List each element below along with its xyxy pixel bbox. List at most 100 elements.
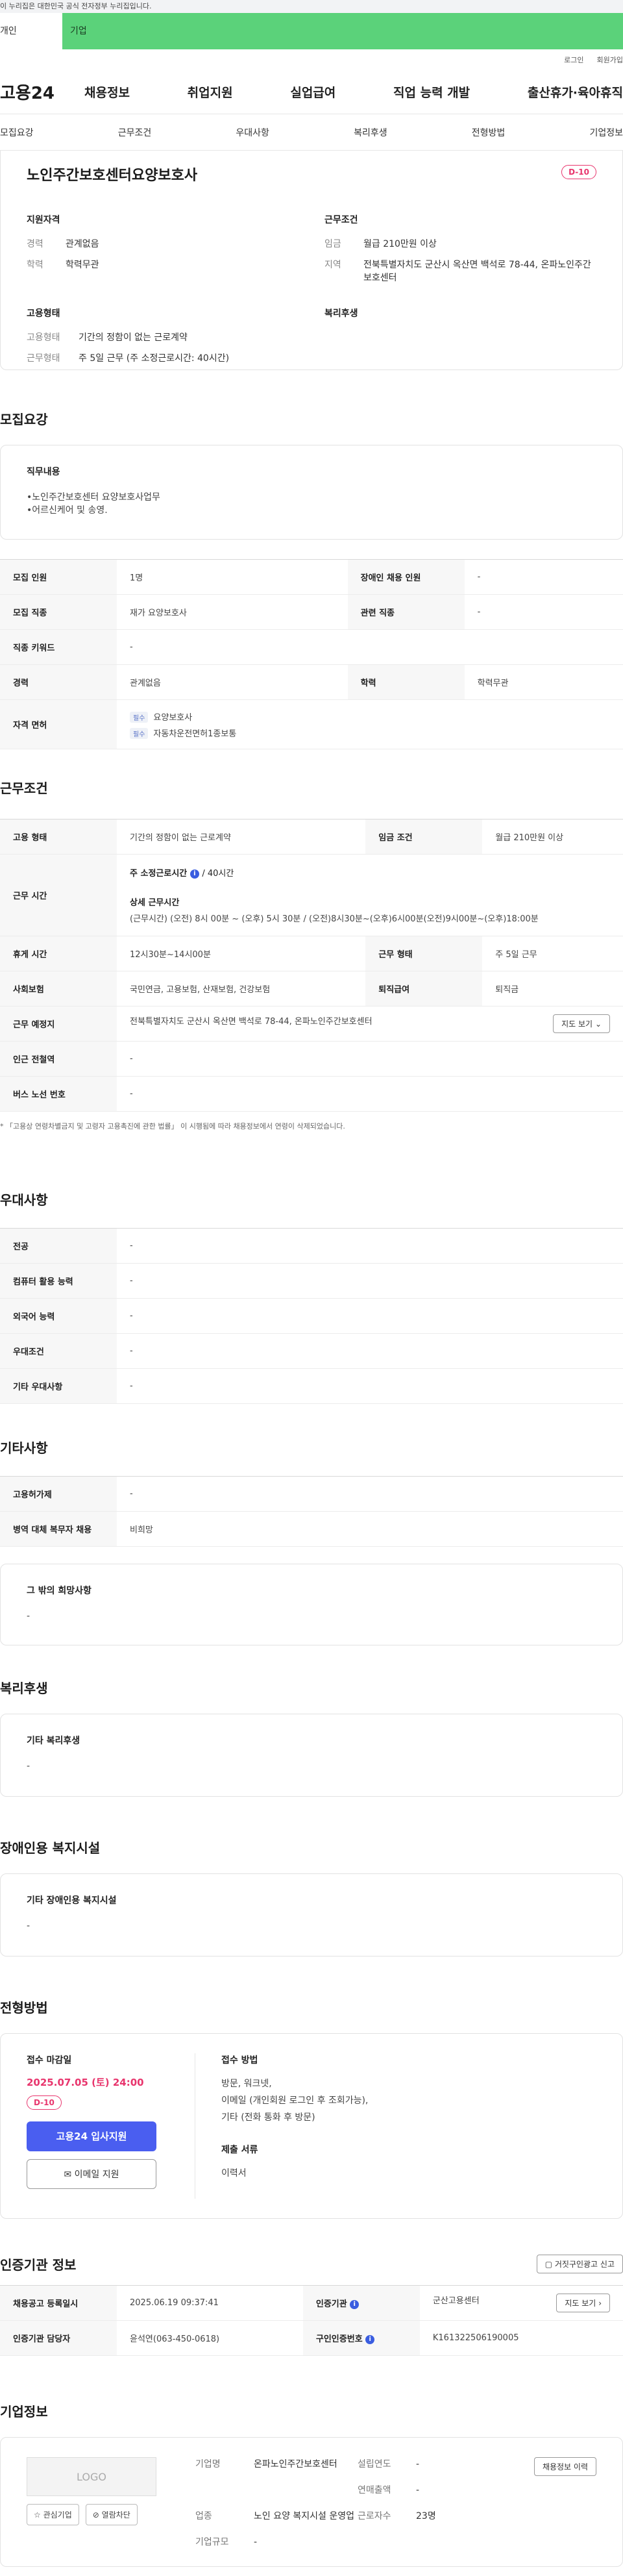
recruit-section: 모집요강 직무내용 •노인주간보호센터 요양보호사업무 •어르신케어 및 송영.…: [0, 409, 623, 749]
recruit-table: 모집 인원 1명 장애인 채용 인원 - 모집 직종 재가 요양보호사 관련 직종 - …: [0, 559, 623, 749]
cell-value: -: [117, 1228, 623, 1264]
menu-unemployment-benefit[interactable]: 실업급여: [290, 83, 336, 101]
agency-map-label: 지도 보기: [565, 2299, 596, 2308]
gov-notice-text: 이 누리집은 대한민국 공식 전자정부 누리집입니다.: [0, 2, 152, 10]
info-icon[interactable]: i: [350, 2299, 360, 2309]
agency-value: 군산고용센터: [432, 2296, 480, 2306]
company-size-label: 기업규모: [195, 2537, 229, 2547]
docs-value: 이력서: [221, 2168, 247, 2179]
agency-section: 인증기관 정보 ▢ 거짓구인광고 신고 채용공고 등록일시 2025.06.19 …: [0, 2255, 623, 2356]
anchor-company[interactable]: 기업정보: [589, 126, 623, 139]
report-fake-ad-button[interactable]: ▢ 거짓구인광고 신고: [536, 2255, 623, 2273]
work-table: 고용 형태 기간의 정함이 없는 근로계약 임금 조건 월급 210만원 이상 근무…: [0, 819, 623, 1112]
work-section: 근무조건 고용 형태 기간의 정함이 없는 근로계약 임금 조건 월급 210만원 …: [0, 778, 623, 1131]
welfare-box-title: 기타 복리후생: [27, 1736, 80, 1746]
cell-value: 1명: [117, 559, 348, 595]
cell-value: 윤석연(063-450-0618): [117, 2320, 303, 2356]
dday-badge: D-10: [561, 165, 596, 179]
cell-label: 인근 전철역: [0, 1041, 117, 1077]
table-row: 고용허가제 -: [0, 1476, 623, 1512]
anchor-process[interactable]: 전형방법: [472, 126, 506, 139]
revenue-value: -: [416, 2485, 420, 2495]
cell-label: 인증기관 담당자: [0, 2320, 117, 2356]
table-row: 근무 예정지 전북특별자치도 군산시 옥산면 백석로 78-44, 온파노인주간…: [0, 1006, 623, 1042]
duty-line: •어르신케어 및 송영.: [27, 505, 108, 516]
anchor-conditions[interactable]: 근무조건: [118, 126, 152, 139]
info-icon[interactable]: i: [365, 2334, 375, 2344]
cell-label: 인증기관 i: [302, 2285, 420, 2321]
cell-label: 근무 형태: [365, 936, 483, 971]
method-line: 이메일 (개인회원 로그인 후 조회가능),: [221, 2095, 369, 2106]
work-type-value: 주 5일 근무 (주 소정근로시간: 40시간): [79, 353, 230, 364]
menu-parental-leave[interactable]: 출산휴가·육아휴직: [528, 83, 623, 101]
required-badge: 필수: [130, 727, 149, 739]
employment-type-value: 기간의 정함이 없는 근로계약: [79, 332, 188, 343]
signup-link[interactable]: 회원가입: [597, 55, 623, 65]
cell-label: 직종 키워드: [0, 629, 117, 665]
apply-box: 접수 마감일 2025.07.05 (토) 24:00 D-10 고용24 입사…: [0, 2033, 623, 2219]
cell-label: 근무 시간: [0, 854, 117, 936]
table-row: 병역 대체 복무자 채용 비희망: [0, 1511, 623, 1547]
map-view-button[interactable]: 지도 보기 ⌄: [553, 1014, 610, 1033]
qualification-block: 지원자격 경력 관계없음 학력 학력무관: [27, 213, 299, 292]
age-notice: * 「고용상 연령차별금지 및 고령자 고용촉진에 관한 법률」 이 시행됨에 …: [0, 1122, 345, 1131]
anchor-welfare[interactable]: 복리후생: [354, 126, 387, 139]
cell-value: 월급 210만원 이상: [482, 819, 623, 855]
menu-job-info[interactable]: 채용정보: [84, 83, 130, 101]
job-history-button[interactable]: 채용정보 이력: [533, 2457, 596, 2476]
table-row: 버스 노선 번호 -: [0, 1076, 623, 1112]
cell-value: 2025.06.19 09:37:41: [117, 2285, 303, 2321]
employees-value: 23명: [416, 2511, 436, 2521]
info-icon[interactable]: i: [189, 869, 199, 879]
anchor-preference[interactable]: 우대사항: [236, 126, 269, 139]
table-row: 자격 면허 필수 요양보호사 필수 자동차운전면허1종보통: [0, 699, 623, 749]
detail-hours-title: 상세 근무시간: [130, 898, 180, 908]
career-label: 경력: [27, 239, 43, 249]
table-row: 채용공고 등록일시 2025.06.19 09:37:41 인증기관 i 군산고용…: [0, 2285, 623, 2321]
table-row: 사회보험 국민연금, 고용보험, 산재보험, 건강보험 퇴직급여 퇴직금: [0, 971, 623, 1007]
cell-label: 전공: [0, 1228, 117, 1264]
method-title: 접수 방법: [221, 2055, 258, 2066]
document-icon: ▢: [544, 2260, 553, 2269]
anchor-recruit[interactable]: 모집요강: [0, 126, 34, 139]
duty-box: 직무내용 •노인주간보호센터 요양보호사업무 •어르신케어 및 송영.: [0, 445, 623, 540]
education-value: 학력무관: [66, 260, 99, 270]
cell-label: 휴게 시간: [0, 936, 117, 971]
menu-employment-support[interactable]: 취업지원: [188, 83, 233, 101]
method-line: 방문, 워크넷,: [221, 2079, 272, 2089]
login-link[interactable]: 로그인: [564, 55, 583, 65]
job-summary-card: 노인주간보호센터요양보호사 D-10 지원자격 경력 관계없음 학력 학력무관 근무…: [0, 151, 623, 370]
cell-label: 버스 노선 번호: [0, 1076, 117, 1112]
apply-button[interactable]: 고용24 입사지원: [27, 2121, 156, 2151]
deadline-value: 2025.07.05 (토) 24:00: [27, 2077, 144, 2088]
agency-title: 인증기관 정보: [0, 2257, 77, 2273]
table-row: 외국어 능력 -: [0, 1298, 623, 1334]
company-logo-placeholder: LOGO: [27, 2457, 156, 2496]
agency-map-button[interactable]: 지도 보기 ›: [556, 2294, 610, 2312]
block-view-button[interactable]: ⊘ 열람차단: [85, 2504, 138, 2525]
tab-personal[interactable]: 개인: [0, 13, 62, 49]
cell-value: -: [117, 629, 623, 665]
work-title: 근무조건: [0, 781, 48, 796]
table-row: 직종 키워드 -: [0, 629, 623, 665]
site-logo[interactable]: 고용24: [0, 80, 84, 104]
cell-label: 모집 인원: [0, 559, 117, 595]
menu-skill-development[interactable]: 직업 능력 개발: [393, 83, 470, 101]
cell-value: K161322506190005: [419, 2320, 623, 2356]
cell-label: 자격 면허: [0, 699, 117, 749]
email-apply-button[interactable]: ✉ 이메일 지원: [27, 2159, 156, 2189]
cell-value: 기간의 정함이 없는 근로계약: [117, 819, 366, 855]
report-fake-ad-label: 거짓구인광고 신고: [554, 2260, 615, 2269]
etc-title: 기타사항: [0, 1440, 48, 1456]
disabled-facility-box-title: 기타 장애인용 복지시설: [27, 1895, 117, 1906]
duty-line: •노인주간보호센터 요양보호사업무: [27, 492, 160, 503]
favorite-company-button[interactable]: ☆ 관심기업: [27, 2504, 79, 2525]
career-value: 관계없음: [66, 239, 99, 249]
cell-value: -: [117, 1333, 623, 1369]
table-row: 경력 관계없음 학력 학력무관: [0, 664, 623, 700]
tab-company[interactable]: 기업: [62, 13, 623, 49]
etc-table: 고용허가제 - 병역 대체 복무자 채용 비희망: [0, 1476, 623, 1547]
company-name-label: 기업명: [195, 2459, 221, 2470]
other-wish-value: -: [27, 1611, 31, 1621]
main-menu: 채용정보 취업지원 실업급여 직업 능력 개발 출산휴가·육아휴직: [84, 83, 623, 101]
